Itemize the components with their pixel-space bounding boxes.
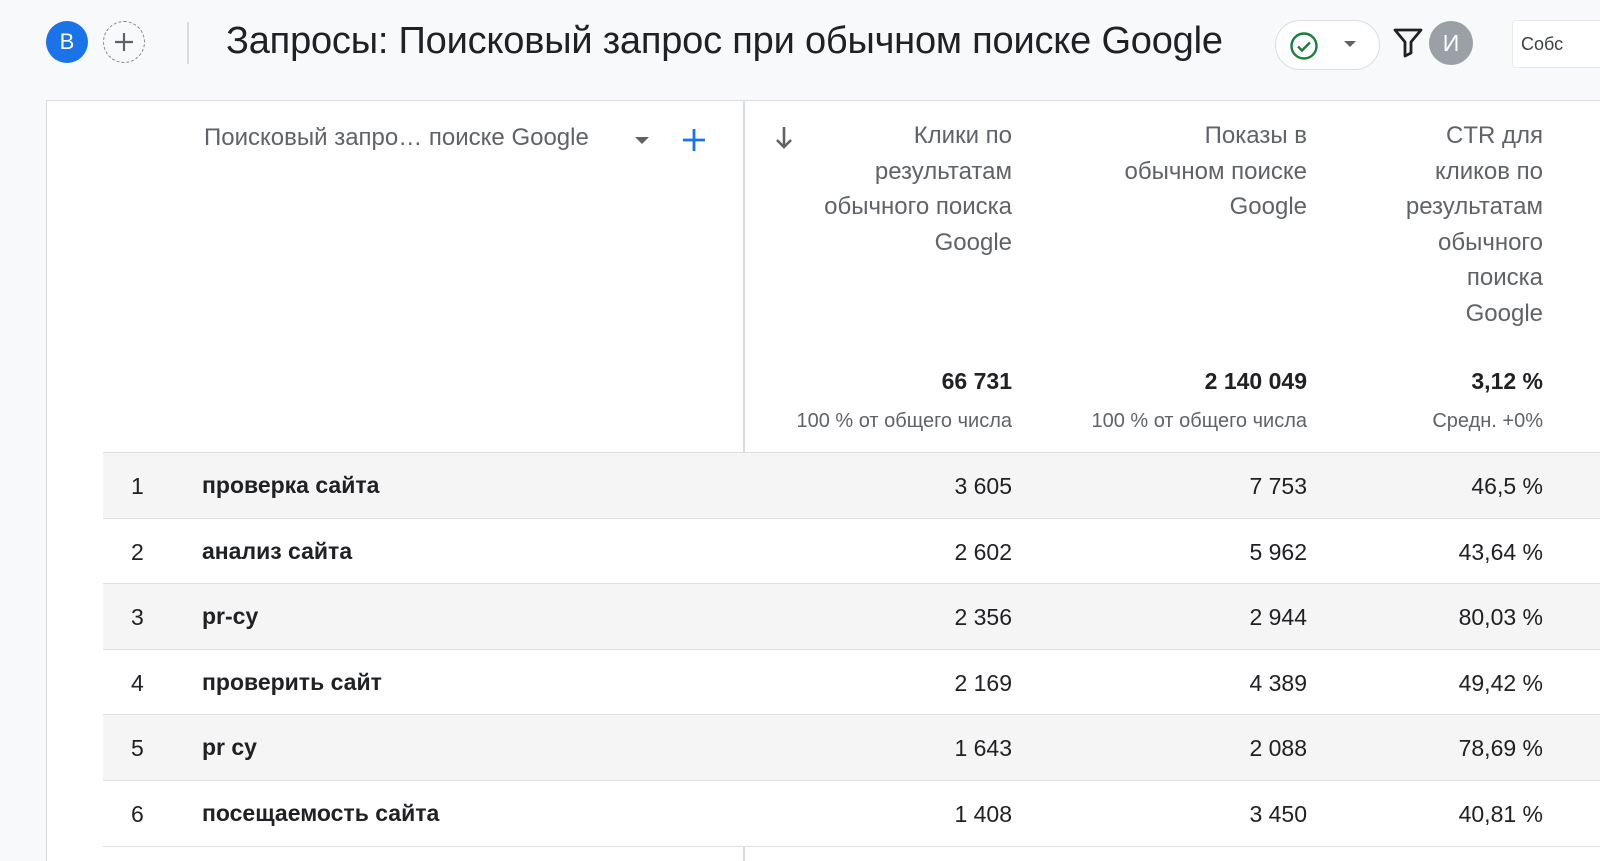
metric-header-impressions[interactable]: Показы в обычном поиске Google [1060,118,1307,225]
plus-icon [115,33,133,51]
ctr-cell: 80,03 % [1458,604,1543,631]
clicks-cell: 1 408 [954,800,1012,827]
metric-header-clicks[interactable]: Клики по результатам обычного поиска Goo… [770,118,1012,260]
dimension-column-header[interactable]: Поисковый запро… поиске Google [204,124,589,152]
query-cell[interactable]: анализ сайта [202,538,352,565]
row-number: 3 [131,604,144,631]
row-number: 4 [131,669,144,696]
table-row[interactable]: 1 проверка сайта 3 605 7 753 46,5 % [103,453,1600,519]
row-number: 1 [131,473,144,499]
customize-report-button[interactable]: Собс [1512,20,1600,68]
table-body: 1 проверка сайта 3 605 7 753 46,5 % 2 ан… [103,453,1600,847]
row-number: 5 [131,735,144,762]
total-impressions-note: 100 % от общего числа [1091,410,1307,432]
query-cell[interactable]: посещаемость сайта [202,800,439,827]
report-header: B Запросы: Поисковый запрос при обычном … [0,0,1600,100]
check-circle-icon [1290,32,1318,60]
row-number: 2 [131,538,144,565]
table-row[interactable]: 5 pr cy 1 643 2 088 78,69 % [103,715,1600,781]
clicks-cell: 1 643 [954,735,1012,762]
segment-avatar[interactable]: B [46,21,88,63]
clicks-cell: 2 602 [954,538,1012,565]
table-row[interactable]: 3 pr-cy 2 356 2 944 80,03 % [103,584,1600,650]
ctr-cell: 43,64 % [1458,538,1543,565]
add-comparison-button[interactable] [103,21,145,63]
impressions-cell: 2 944 [1249,604,1307,631]
data-quality-status-button[interactable] [1275,20,1380,70]
table-row[interactable]: 2 анализ сайта 2 602 5 962 43,64 % [103,518,1600,585]
user-avatar[interactable]: И [1429,21,1473,65]
query-cell[interactable]: pr cy [202,734,257,761]
metric-header-ctr[interactable]: CTR для кликов по результатам обычного п… [1340,118,1543,331]
impressions-cell: 7 753 [1249,473,1307,499]
impressions-cell: 5 962 [1249,538,1307,565]
ctr-cell: 49,42 % [1458,669,1543,696]
total-clicks-note: 100 % от общего числа [796,410,1012,432]
total-clicks: 66 731 [941,368,1012,394]
total-impressions: 2 140 049 [1204,368,1307,394]
ctr-cell: 78,69 % [1458,735,1543,762]
ctr-cell: 40,81 % [1458,800,1543,827]
table-row[interactable]: 4 проверить сайт 2 169 4 389 49,42 % [103,649,1600,716]
query-cell[interactable]: проверка сайта [202,472,379,499]
clicks-cell: 2 169 [954,669,1012,696]
page-title: Запросы: Поисковый запрос при обычном по… [226,20,1223,62]
query-cell[interactable]: проверить сайт [202,669,382,696]
total-ctr: 3,12 % [1471,368,1543,394]
impressions-cell: 4 389 [1249,669,1307,696]
clicks-cell: 2 356 [954,604,1012,631]
table-row[interactable]: 6 посещаемость сайта 1 408 3 450 40,81 % [103,780,1600,847]
clicks-cell: 3 605 [954,473,1012,499]
impressions-cell: 3 450 [1249,800,1307,827]
chevron-down-icon [1344,41,1356,47]
query-cell[interactable]: pr-cy [202,603,258,630]
add-dimension-icon[interactable] [680,126,708,154]
filter-icon[interactable] [1393,27,1423,59]
impressions-cell: 2 088 [1249,735,1307,762]
dimension-dropdown-icon[interactable] [632,134,652,148]
row-number: 6 [131,800,144,827]
total-ctr-note: Средн. +0% [1432,410,1543,432]
header-divider [187,22,189,64]
ctr-cell: 46,5 % [1471,473,1543,499]
